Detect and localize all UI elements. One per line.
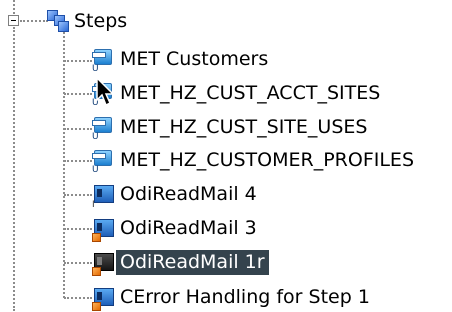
- procedure-icon: [90, 215, 116, 242]
- tree-node-met-hz-cust-site-uses[interactable]: U MET_HZ_CUST_SITE_USES: [90, 112, 371, 142]
- interface-icon: U: [90, 147, 116, 175]
- tree-node-label: Steps: [74, 9, 128, 32]
- tree-node-label: MET_HZ_CUSTOMER_PROFILES: [120, 148, 414, 171]
- tree-node-met-customers[interactable]: U MET Customers: [90, 44, 272, 74]
- tree-node-label: OdiReadMail 4: [120, 182, 257, 205]
- tree-node-odireadmail-3[interactable]: OdiReadMail 3: [90, 213, 261, 243]
- tree-node-met-hz-customer-profiles[interactable]: U MET_HZ_CUSTOMER_PROFILES: [90, 145, 418, 175]
- tree-node-label: MET Customers: [120, 47, 269, 70]
- procedure-icon: [90, 284, 116, 311]
- tree-connector: [64, 262, 92, 264]
- tree-connector: [64, 128, 92, 130]
- tree-connector: [64, 297, 92, 299]
- tree-node-label: OdiReadMail 3: [120, 216, 257, 239]
- tree-node-cerror-handling[interactable]: CError Handling for Step 1: [90, 282, 374, 312]
- tree-connector: [64, 194, 92, 196]
- interface-icon: U: [90, 46, 116, 74]
- collapse-toggle-icon[interactable]: [8, 15, 19, 26]
- interface-icon: U: [90, 80, 116, 108]
- tree-connector: [13, 0, 15, 14]
- procedure-icon: I: [90, 181, 116, 210]
- tree-node-steps[interactable]: Steps: [44, 6, 131, 36]
- tree-node-odireadmail-4[interactable]: I OdiReadMail 4: [90, 179, 261, 211]
- tree-connector: [63, 32, 65, 298]
- tree-node-label: OdiReadMail 1r: [116, 249, 269, 275]
- tree-node-met-hz-cust-acct-sites[interactable]: U MET_HZ_CUST_ACCT_SITES: [90, 78, 384, 108]
- steps-tree: Steps U MET Customers U MET_HZ_CUST_ACCT…: [0, 0, 452, 311]
- procedure-icon: [90, 249, 116, 276]
- tree-connector: [13, 27, 15, 311]
- tree-connector: [64, 228, 92, 230]
- steps-folder-icon: [44, 8, 70, 34]
- tree-connector: [64, 160, 92, 162]
- tree-connector: [64, 93, 92, 95]
- tree-node-label: CError Handling for Step 1: [120, 285, 370, 308]
- interface-icon: U: [90, 114, 116, 142]
- tree-connector: [64, 60, 92, 62]
- tree-node-odireadmail-1r[interactable]: OdiReadMail 1r: [90, 247, 269, 277]
- tree-node-label: MET_HZ_CUST_ACCT_SITES: [120, 81, 381, 104]
- tree-node-label: MET_HZ_CUST_SITE_USES: [120, 115, 368, 138]
